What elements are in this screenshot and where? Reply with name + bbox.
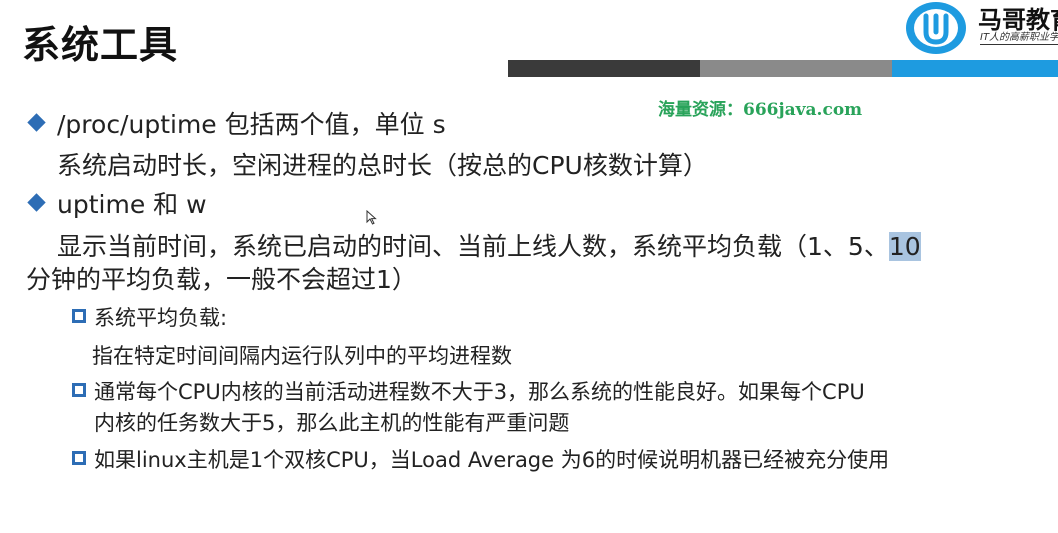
detail-text: 显示当前时间，系统已启动的时间、当前上线人数，系统平均负载（1、5、 [57,232,889,261]
bullet-proc-uptime: /proc/uptime 包括两个值，单位 s [57,110,446,139]
bullet-uptime-w: uptime 和 w [57,190,207,219]
sub-bullet-load-average-detail: 指在特定时间间隔内运行队列中的平均进程数 [92,344,512,368]
watermark-text: 海量资源：666java.com [658,100,863,120]
bullet-uptime-detail-line2: 分钟的平均负载，一般不会超过1） [26,265,417,294]
sub-bullet-load-average: 系统平均负载: [94,306,228,330]
hollow-square-icon [72,309,86,323]
slide-title: 系统工具 [22,23,179,67]
highlighted-text: 10 [888,232,921,261]
mouse-pointer-icon [366,210,377,225]
diamond-icon [27,113,46,132]
brand-logo-icon [906,2,966,54]
hollow-square-icon [72,451,86,465]
hollow-square-icon [72,383,86,397]
sub-bullet-cpu-core-line1: 通常每个CPU内核的当前活动进程数不大于3，那么系统的性能良好。如果每个CPU [94,380,865,404]
sub-bullet-cpu-core-line2: 内核的任务数大于5，那么此主机的性能有严重问题 [94,411,570,435]
brand-slogan: IT人的高薪职业学 [980,28,1058,45]
header-bar-blue [892,60,1058,77]
bullet-uptime-detail-line1: 显示当前时间，系统已启动的时间、当前上线人数，系统平均负载（1、5、10 [57,227,921,263]
diamond-icon [27,193,46,212]
header-bar-gray [700,60,892,77]
bullet-proc-uptime-detail: 系统启动时长，空闲进程的总时长（按总的CPU核数计算） [57,151,708,180]
sub-bullet-linux-host: 如果linux主机是1个双核CPU，当Load Average 为6的时候说明机… [94,448,890,472]
header-bar-dark [508,60,700,77]
